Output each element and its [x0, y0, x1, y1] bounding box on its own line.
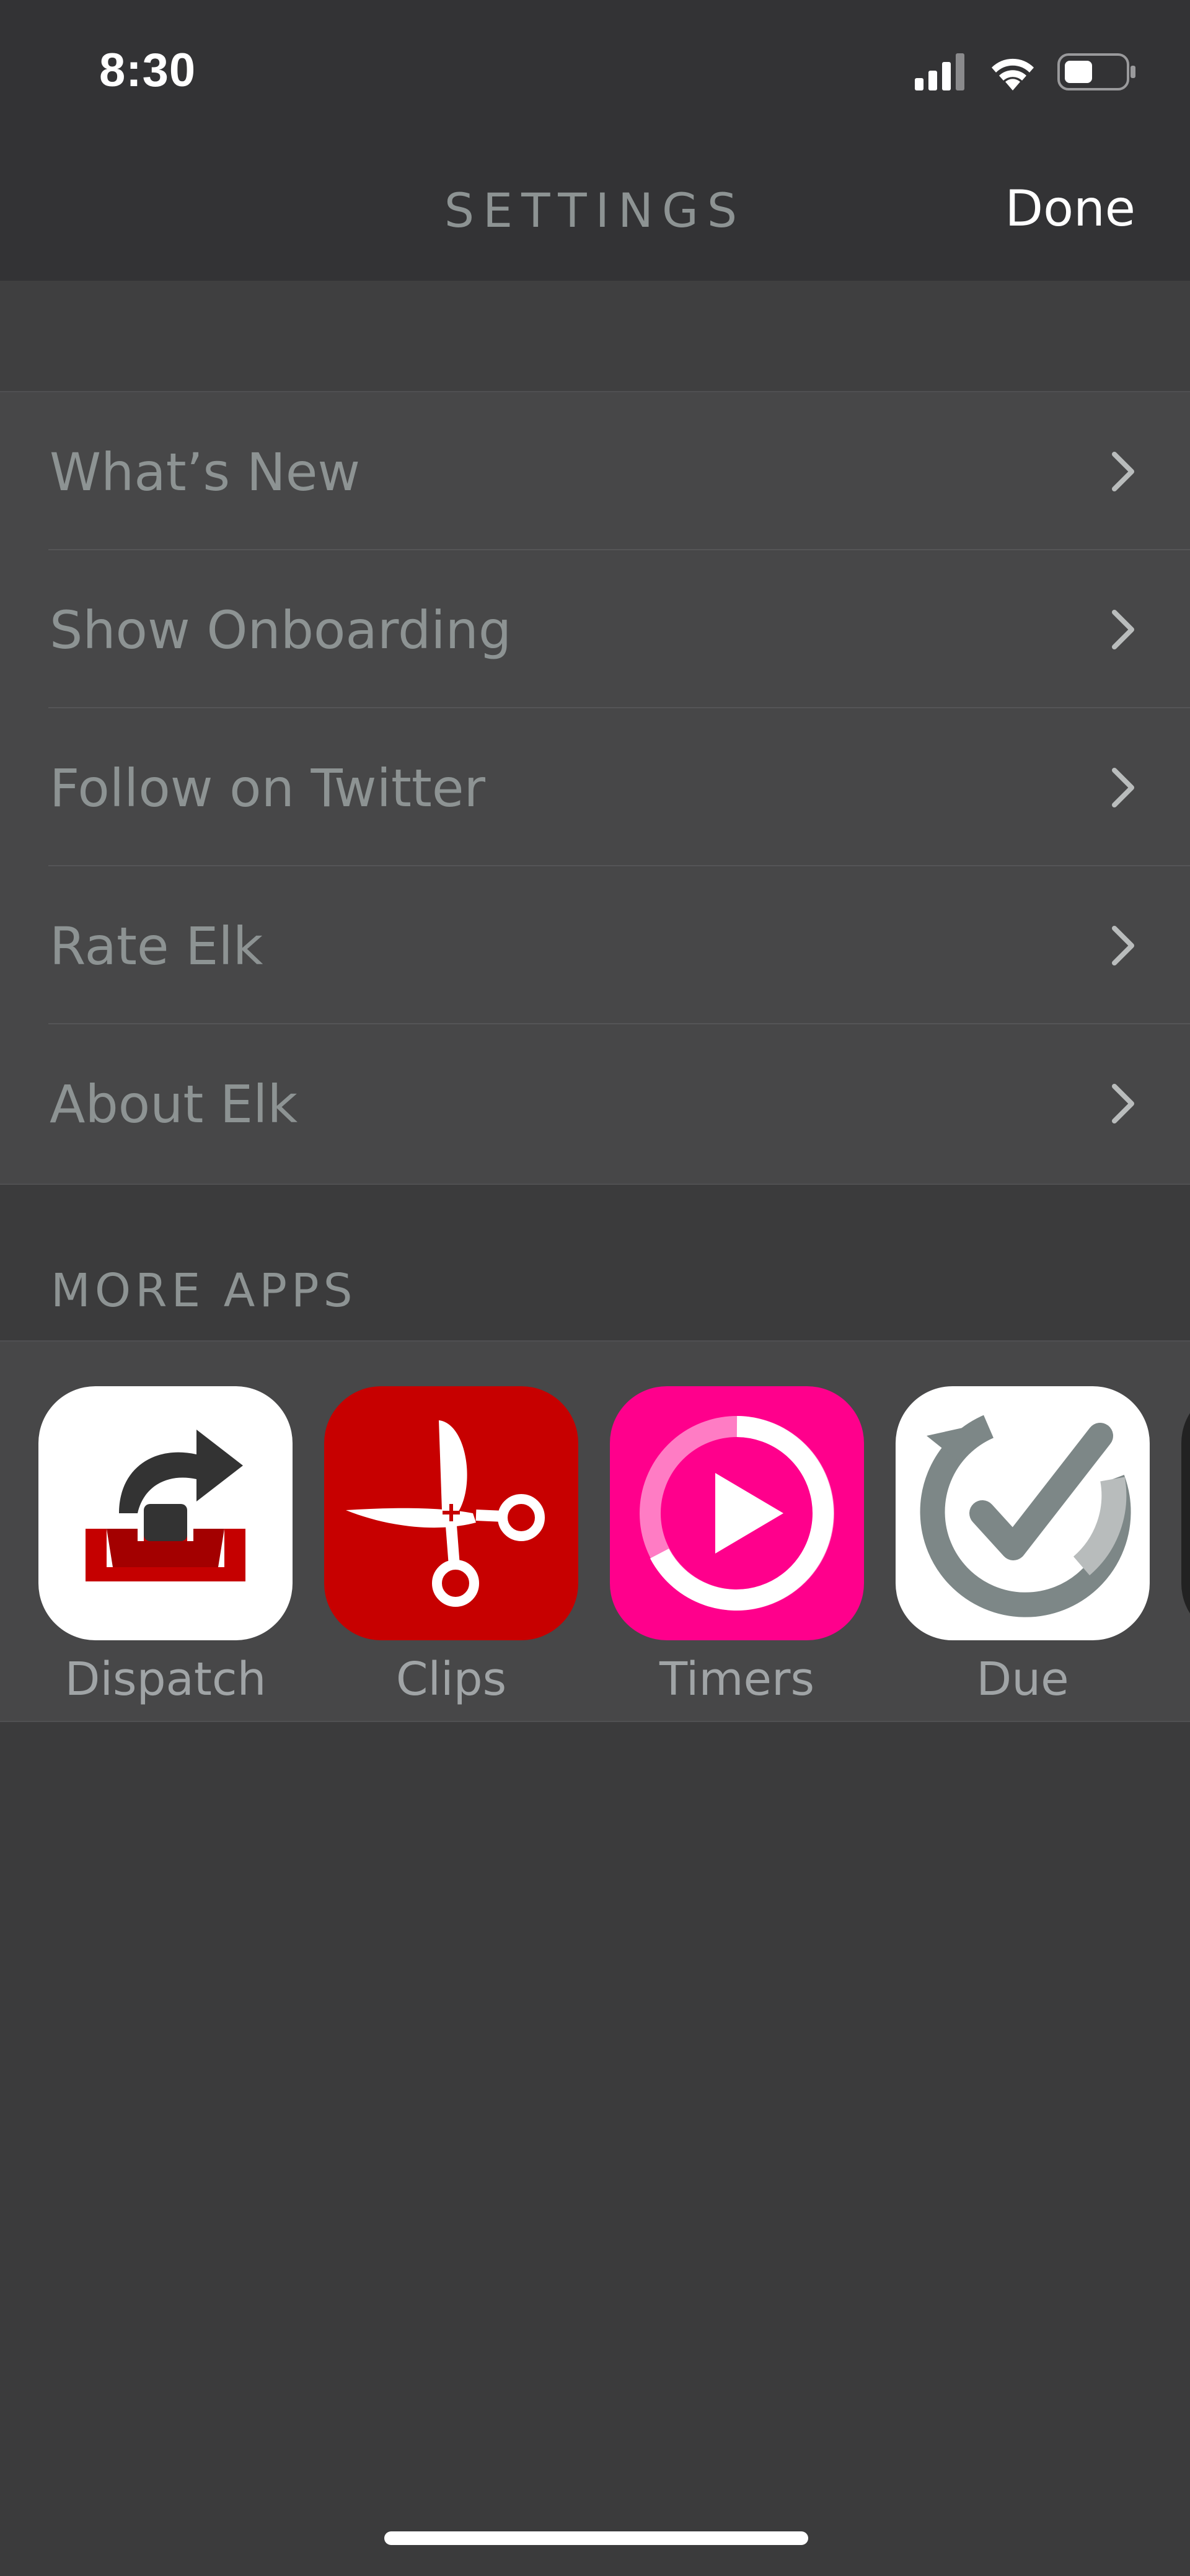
chevron-right-icon: [1112, 1084, 1134, 1123]
settings-item-label: Show Onboarding: [50, 600, 512, 661]
settings-item-rate-elk[interactable]: Rate Elk: [0, 866, 1190, 1024]
settings-item-label: What’s New: [50, 442, 361, 503]
app-dispatch[interactable]: Dispatch: [38, 1386, 293, 1708]
app-timers[interactable]: Timers: [610, 1386, 864, 1708]
status-time: 8:30: [99, 44, 196, 97]
settings-item-label: About Elk: [50, 1074, 298, 1135]
battery-icon: [1057, 53, 1135, 90]
app-name: Timers: [659, 1653, 815, 1706]
app-clips[interactable]: Clips: [324, 1386, 578, 1708]
app-name: Clips: [395, 1653, 507, 1706]
due-app-icon: [896, 1386, 1150, 1640]
wifi-icon: [992, 58, 1034, 90]
done-button[interactable]: Done: [1005, 180, 1135, 237]
top-bar: 8:30 SETTINGS Done: [0, 0, 1190, 281]
more-apps-header: MORE APPS: [51, 1264, 357, 1317]
settings-item-label: Rate Elk: [50, 916, 263, 977]
more-apps-strip[interactable]: Dispatch Clips Timers Due: [0, 1340, 1190, 1722]
clips-app-icon: [324, 1386, 578, 1640]
settings-list: What’s New Show Onboarding Follow on Twi…: [0, 391, 1190, 1185]
timers-app-icon: [610, 1386, 864, 1640]
settings-item-label: Follow on Twitter: [50, 758, 486, 819]
section-spacer: [0, 281, 1190, 391]
settings-item-follow-twitter[interactable]: Follow on Twitter: [0, 708, 1190, 866]
cellular-signal-icon: [915, 53, 964, 90]
chevron-right-icon: [1112, 926, 1134, 965]
app-due[interactable]: Due: [896, 1386, 1150, 1708]
chevron-right-icon: [1112, 768, 1134, 807]
home-indicator[interactable]: [384, 2531, 808, 2545]
dispatch-app-icon: [38, 1386, 293, 1640]
settings-item-about-elk[interactable]: About Elk: [0, 1024, 1190, 1182]
app-name: Due: [976, 1653, 1069, 1706]
app-next-partial[interactable]: [1181, 1386, 1190, 1708]
settings-item-whats-new[interactable]: What’s New: [0, 392, 1190, 550]
chevron-right-icon: [1112, 452, 1134, 491]
settings-item-show-onboarding[interactable]: Show Onboarding: [0, 550, 1190, 708]
status-icons: [915, 53, 1135, 90]
chevron-right-icon: [1112, 610, 1134, 649]
app-name: Dispatch: [64, 1653, 267, 1706]
app-icon: [1181, 1386, 1190, 1640]
